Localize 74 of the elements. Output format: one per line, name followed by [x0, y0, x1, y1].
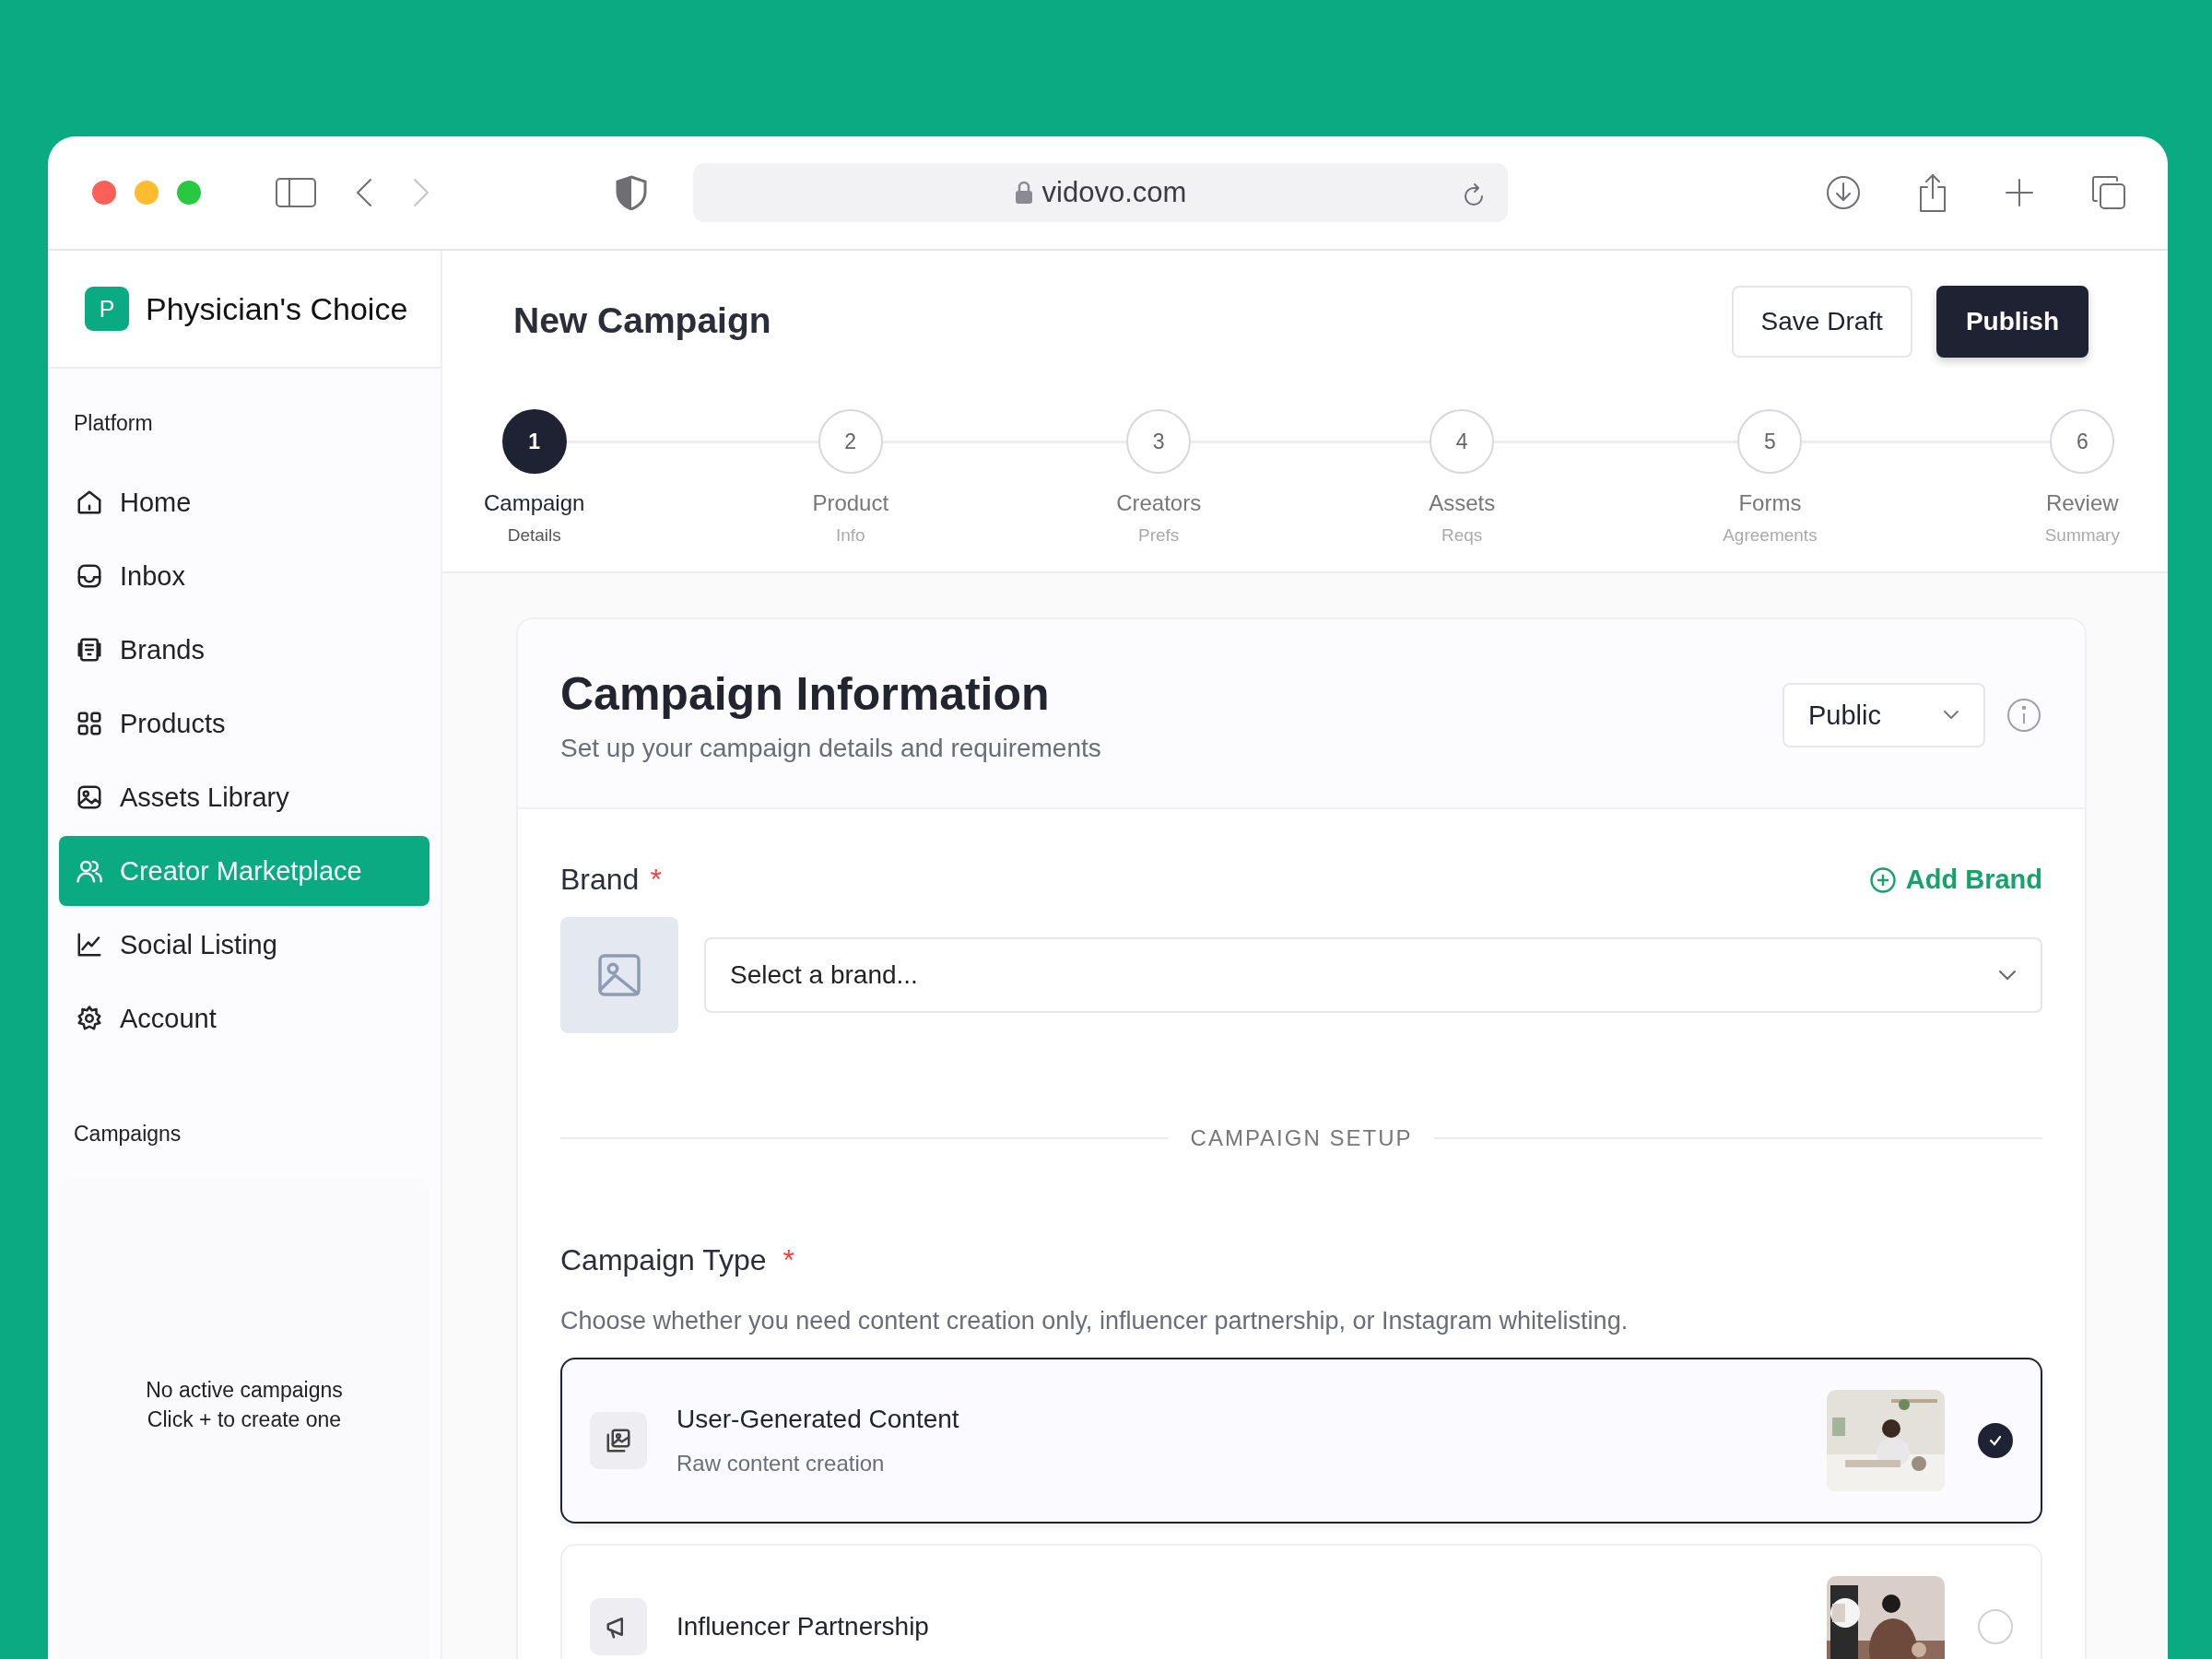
section-divider-label: CAMPAIGN SETUP: [1190, 1125, 1413, 1151]
card-title: Campaign Information: [560, 667, 1051, 721]
option-card[interactable]: Influencer Partnership: [560, 1544, 2042, 1659]
section-heading: Campaigns: [73, 1122, 182, 1147]
step-circle[interactable]: 4: [1430, 409, 1495, 474]
inbox-icon: [76, 562, 103, 590]
document-icon: [76, 636, 103, 664]
step-label: Forms: [1738, 490, 1802, 516]
new-tab-icon[interactable]: [2004, 177, 2035, 208]
empty-state-text: Click + to create one: [147, 1406, 342, 1433]
field-label: Brand *: [560, 863, 662, 897]
settings-icon: [76, 1005, 103, 1032]
step-circle[interactable]: 3: [1126, 409, 1192, 474]
reload-icon[interactable]: [1462, 182, 1486, 207]
step-sublabel: Prefs: [1137, 525, 1180, 546]
section-heading: Platform: [73, 411, 154, 436]
step-label: Assets: [1429, 490, 1496, 516]
grid-icon: [76, 710, 103, 737]
step-label: Review: [2045, 490, 2119, 516]
chart-icon: [76, 931, 103, 959]
step-circle[interactable]: 1: [501, 409, 567, 474]
logo-badge: P: [85, 287, 129, 331]
nav-item[interactable]: Brands: [59, 615, 429, 685]
download-icon[interactable]: [1825, 174, 1862, 211]
address-bar[interactable]: vidovo.com: [693, 163, 1508, 222]
field-hint: Choose whether you need content creation only, influencer partnership, or Instagram whitelisting.: [560, 1307, 1630, 1335]
megaphone-icon: [590, 1598, 647, 1655]
image-placeholder-icon: [560, 917, 678, 1033]
nav-item[interactable]: Products: [59, 688, 429, 759]
step-label: Creators: [1116, 490, 1202, 516]
close-window-button[interactable]: [92, 181, 116, 205]
plus-circle-icon: [1868, 865, 1897, 894]
option-title: Influencer Partnership: [677, 1612, 930, 1641]
step-label: Product: [812, 490, 889, 516]
workspace-name: Physician's Choice: [146, 290, 408, 327]
sidebar-toggle-icon[interactable]: [275, 177, 317, 208]
empty-state-text: No active campaigns: [146, 1377, 343, 1404]
chevron-down-icon: [1998, 970, 2017, 981]
field-label: Campaign Type *: [560, 1243, 795, 1277]
url-text: vidovo.com: [1041, 176, 1187, 209]
radio-button[interactable]: [1978, 1609, 2013, 1644]
brand-select[interactable]: Select a brand...: [704, 937, 2042, 1013]
publish-button[interactable]: Publish: [1936, 286, 2088, 358]
step-circle[interactable]: 2: [818, 409, 883, 474]
save-draft-button[interactable]: Save Draft: [1731, 286, 1912, 358]
check-icon[interactable]: [1978, 1423, 2013, 1458]
page-title: New Campaign: [513, 300, 771, 341]
step-sublabel: Info: [835, 525, 865, 546]
step-circle[interactable]: 5: [1737, 409, 1803, 474]
tabs-overview-icon[interactable]: [2090, 174, 2127, 211]
card-subtitle: Set up your campaign details and requirements: [560, 734, 1102, 763]
option-description: Raw content creation: [677, 1451, 886, 1477]
step-sublabel: Details: [507, 525, 561, 546]
image-stack-icon: [590, 1412, 647, 1469]
step-circle[interactable]: 6: [2050, 409, 2115, 474]
option-card[interactable]: User-Generated Content Raw content creation: [560, 1358, 2042, 1524]
shield-icon[interactable]: [616, 175, 647, 210]
nav-item[interactable]: Social Listing: [59, 910, 429, 980]
nav-item[interactable]: Assets Library: [59, 762, 429, 832]
step-sublabel: Reqs: [1441, 525, 1483, 546]
nav-item[interactable]: Inbox: [59, 541, 429, 611]
nav-item[interactable]: Home: [59, 467, 429, 537]
step-sublabel: Summary: [2044, 525, 2120, 546]
lock-icon: [1014, 181, 1033, 205]
visibility-dropdown[interactable]: Public: [1783, 683, 1985, 747]
option-title: User-Generated Content: [677, 1405, 960, 1434]
home-icon: [76, 488, 103, 516]
nav-item[interactable]: Account: [59, 983, 429, 1053]
chevron-down-icon: [1943, 710, 1959, 721]
step-label: Campaign: [484, 490, 585, 516]
back-icon[interactable]: [354, 177, 374, 208]
step-sublabel: Agreements: [1723, 525, 1818, 546]
image-icon: [76, 783, 103, 811]
share-icon[interactable]: [1917, 172, 1948, 213]
